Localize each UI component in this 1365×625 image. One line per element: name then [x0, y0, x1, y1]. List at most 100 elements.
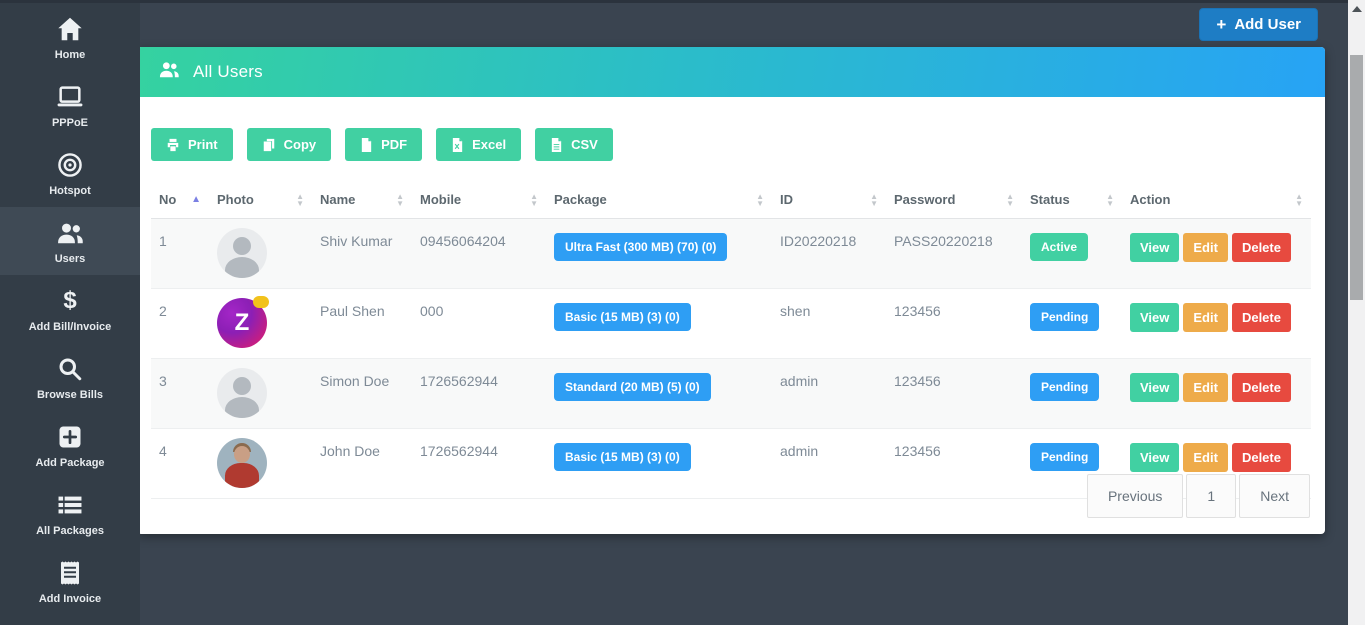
csv-file-icon [550, 138, 563, 152]
avatar-photo [217, 438, 267, 488]
sidebar-item-label: Hotspot [49, 185, 91, 197]
sort-icon: ▲▼ [396, 193, 404, 207]
cell-photo [209, 219, 312, 289]
sidebar-item-browse-bills[interactable]: Browse Bills [0, 343, 140, 411]
column-label: Package [554, 192, 607, 207]
column-header-mobile[interactable]: Mobile▲▼ [412, 186, 546, 219]
page-number-button[interactable]: 1 [1186, 474, 1236, 518]
sidebar-item-users[interactable]: Users [0, 207, 140, 275]
column-header-action[interactable]: Action▲▼ [1122, 186, 1311, 219]
pdf-label: PDF [381, 137, 407, 152]
next-page-button[interactable]: Next [1239, 474, 1310, 518]
add-user-button[interactable]: + Add User [1199, 8, 1318, 41]
cell-action: ViewEditDelete [1122, 289, 1311, 359]
table-row: 3 Simon Doe 1726562944 Standard (20 MB) … [151, 359, 1311, 429]
cell-photo: Z [209, 289, 312, 359]
column-header-password[interactable]: Password ▲▼ [886, 186, 1022, 219]
sort-icon: ▲▼ [1006, 193, 1014, 207]
column-header-no[interactable]: No ▲ [151, 186, 209, 219]
sidebar-item-label: Add Package [35, 457, 104, 469]
sidebar-item-all-packages[interactable]: All Packages [0, 479, 140, 547]
plus-square-icon [58, 424, 82, 450]
column-label: No [159, 192, 176, 207]
cell-photo [209, 359, 312, 429]
vertical-scrollbar[interactable] [1348, 0, 1365, 625]
sidebar-item-add-bill-invoice[interactable]: $ Add Bill/Invoice [0, 275, 140, 343]
package-badge: Basic (15 MB) (3) (0) [554, 303, 691, 331]
cell-id: admin [772, 359, 886, 429]
sidebar-item-add-invoice[interactable]: Add Invoice [0, 547, 140, 615]
view-button[interactable]: View [1130, 233, 1179, 262]
print-button[interactable]: Print [151, 128, 233, 161]
package-badge: Ultra Fast (300 MB) (70) (0) [554, 233, 727, 261]
edit-button[interactable]: Edit [1183, 373, 1228, 402]
cell-status: Active [1022, 219, 1122, 289]
cell-status: Pending [1022, 359, 1122, 429]
cell-action: ViewEditDelete [1122, 219, 1311, 289]
view-button[interactable]: View [1130, 443, 1179, 472]
column-label: Status [1030, 192, 1070, 207]
sidebar-item-label: Add Bill/Invoice [29, 321, 112, 333]
cell-no: 2 [151, 289, 209, 359]
cell-password: PASS20220218 [886, 219, 1022, 289]
delete-button[interactable]: Delete [1232, 373, 1291, 402]
table-row: 2 Z Paul Shen 000 Basic (15 MB) (3) (0) … [151, 289, 1311, 359]
pdf-file-icon [360, 138, 373, 152]
sidebar-item-hotspot[interactable]: Hotspot [0, 139, 140, 207]
avatar-placeholder [217, 368, 267, 418]
column-label: Mobile [420, 192, 461, 207]
scroll-up-arrow-icon[interactable] [1352, 6, 1362, 12]
package-badge: Basic (15 MB) (3) (0) [554, 443, 691, 471]
dollar-icon: $ [63, 288, 76, 314]
edit-button[interactable]: Edit [1183, 233, 1228, 262]
csv-label: CSV [571, 137, 598, 152]
column-header-name[interactable]: Name▲▼ [312, 186, 412, 219]
delete-button[interactable]: Delete [1232, 233, 1291, 262]
edit-button[interactable]: Edit [1183, 303, 1228, 332]
excel-label: Excel [472, 137, 506, 152]
sidebar-item-label: Users [55, 253, 86, 265]
scrollbar-thumb[interactable] [1350, 55, 1363, 300]
add-user-label: Add User [1234, 16, 1301, 33]
column-header-status[interactable]: Status▲▼ [1022, 186, 1122, 219]
sidebar-item-add-package[interactable]: Add Package [0, 411, 140, 479]
column-header-photo[interactable]: Photo▲▼ [209, 186, 312, 219]
delete-button[interactable]: Delete [1232, 443, 1291, 472]
status-badge: Active [1030, 233, 1088, 261]
users-icon [158, 61, 180, 83]
page-title: All Users [193, 62, 263, 82]
cell-photo [209, 429, 312, 499]
excel-button[interactable]: Excel [436, 128, 521, 161]
sidebar-item-label: Add Invoice [39, 593, 101, 605]
sidebar-item-label: Browse Bills [37, 389, 103, 401]
delete-button[interactable]: Delete [1232, 303, 1291, 332]
view-button[interactable]: View [1130, 303, 1179, 332]
list-icon [57, 492, 83, 518]
cell-package: Basic (15 MB) (3) (0) [546, 289, 772, 359]
column-header-id[interactable]: ID▲▼ [772, 186, 886, 219]
sidebar-item-home[interactable]: Home [0, 3, 140, 71]
column-label: Password [894, 192, 955, 207]
table-header-row: No▲ Photo▲▼ Name▲▼ Mobile▲▼ Package▲▼ ID… [151, 186, 1311, 219]
cell-mobile: 1726562944 [412, 429, 546, 499]
sidebar-item-pppoe[interactable]: PPPoE [0, 71, 140, 139]
sort-icon: ▲▼ [756, 193, 764, 207]
status-badge: Pending [1030, 373, 1099, 401]
avatar-placeholder [217, 228, 267, 278]
home-icon [57, 16, 83, 42]
sort-ascending-icon: ▲ [191, 195, 201, 205]
edit-button[interactable]: Edit [1183, 443, 1228, 472]
cell-mobile: 000 [412, 289, 546, 359]
table-row: 1 Shiv Kumar 09456064204 Ultra Fast (300… [151, 219, 1311, 289]
pdf-button[interactable]: PDF [345, 128, 422, 161]
avatar-letter: Z [235, 309, 250, 337]
csv-button[interactable]: CSV [535, 128, 613, 161]
cell-no: 1 [151, 219, 209, 289]
view-button[interactable]: View [1130, 373, 1179, 402]
window-top-edge [0, 0, 1365, 3]
previous-page-button[interactable]: Previous [1087, 474, 1183, 518]
printer-icon [166, 138, 180, 152]
users-icon [56, 220, 84, 246]
copy-button[interactable]: Copy [247, 128, 332, 161]
column-header-package[interactable]: Package ▲▼ [546, 186, 772, 219]
